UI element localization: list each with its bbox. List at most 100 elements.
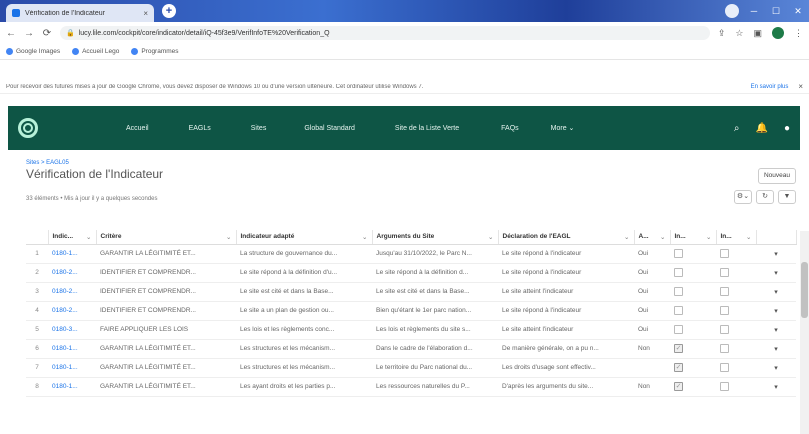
nav-accueil[interactable]: Accueil <box>126 125 149 132</box>
col-indicateur[interactable]: Indic... ⌄ <box>48 230 97 245</box>
row-action-menu[interactable]: ▾ <box>756 320 796 340</box>
table-row[interactable]: 8 0180-1... GARANTIR LA LÉGITIMITÉ ET... Le… <box>26 377 796 397</box>
a-cell: Non <box>634 339 670 359</box>
table-row[interactable]: 4 0180-2... IDENTIFIER ET COMPRENDR... Le s… <box>26 301 796 321</box>
minimize-button[interactable]: ─ <box>743 0 765 22</box>
indicator-link[interactable]: 0180-2... <box>52 307 78 314</box>
checkbox[interactable] <box>720 249 729 258</box>
browser-tab[interactable]: Vérification de l'Indicateur × <box>6 4 154 22</box>
checkbox[interactable] <box>720 325 729 334</box>
nav-sites[interactable]: Sites <box>251 125 267 132</box>
col-in-2[interactable]: In... ⌄ <box>716 230 757 245</box>
table-row[interactable]: 2 0180-2... IDENTIFIER ET COMPRENDR... Le s… <box>26 263 796 283</box>
checkbox[interactable] <box>674 325 683 334</box>
nav-eagls[interactable]: EAGLs <box>189 125 211 132</box>
bookmark-item[interactable]: Accueil Lego <box>72 48 119 55</box>
table-row[interactable]: 3 0180-2... IDENTIFIER ET COMPRENDR... Le s… <box>26 282 796 302</box>
row-action-menu[interactable]: ▾ <box>756 377 796 397</box>
col-critere[interactable]: Critère ⌄ <box>96 230 237 245</box>
back-icon[interactable]: ← <box>6 28 16 39</box>
col-arguments[interactable]: Arguments du Site ⌄ <box>372 230 499 245</box>
new-tab-button[interactable]: + <box>162 4 176 18</box>
forward-icon[interactable]: → <box>24 28 34 39</box>
checkbox[interactable] <box>720 306 729 315</box>
settings-icon[interactable]: ⚙⌄ <box>734 190 752 204</box>
table-row[interactable]: 5 0180-3... FAIRE APPLIQUER LES LOIS Les lo… <box>26 320 796 340</box>
search-icon[interactable]: ⌕ <box>734 123 740 134</box>
checkbox[interactable] <box>674 249 683 258</box>
indicator-id-cell[interactable]: 0180-2... <box>48 263 96 283</box>
bookmark-item[interactable]: Google Images <box>6 48 60 55</box>
in1-cell <box>670 377 716 397</box>
list-tools: ⚙⌄ ↻ ▼ <box>734 190 796 204</box>
nav-faqs[interactable]: FAQs <box>501 125 519 132</box>
checkbox[interactable] <box>720 382 729 391</box>
declaration-cell: Le site répond à l'indicateur <box>498 263 634 283</box>
checkbox[interactable] <box>720 344 729 353</box>
indicator-id-cell[interactable]: 0180-3... <box>48 320 96 340</box>
bookmark-star-icon[interactable]: ☆ <box>735 28 743 39</box>
tab-close-icon[interactable]: × <box>143 9 148 18</box>
checkbox[interactable] <box>720 363 729 372</box>
indicator-link[interactable]: 0180-1... <box>52 250 78 257</box>
maximize-button[interactable]: ☐ <box>765 0 787 22</box>
sidepanel-icon[interactable]: ▣ <box>753 28 762 39</box>
checkbox[interactable] <box>720 268 729 277</box>
checkbox[interactable] <box>674 363 683 372</box>
checkbox[interactable] <box>674 306 683 315</box>
col-declaration[interactable]: Déclaration de l'EAGL ⌄ <box>498 230 635 245</box>
url-field[interactable]: 🔒 lucy.lile.com/cockpit/core/indicator/d… <box>60 26 710 40</box>
indicator-id-cell[interactable]: 0180-1... <box>48 377 96 397</box>
nav-liste-verte[interactable]: Site de la Liste Verte <box>395 125 459 132</box>
row-action-menu[interactable]: ▾ <box>756 358 796 378</box>
row-action-menu[interactable]: ▾ <box>756 263 796 283</box>
avatar[interactable] <box>772 27 784 39</box>
table-row[interactable]: 6 0180-1... GARANTIR LA LÉGITIMITÉ ET... Le… <box>26 339 796 359</box>
main-nav: Accueil EAGLs Sites Global Standard Site… <box>86 124 575 133</box>
new-button[interactable]: Nouveau <box>758 168 796 184</box>
row-action-menu[interactable]: ▾ <box>756 301 796 321</box>
indicator-id-cell[interactable]: 0180-2... <box>48 301 96 321</box>
indicator-id-cell[interactable]: 0180-1... <box>48 339 96 359</box>
indicator-link[interactable]: 0180-1... <box>52 383 78 390</box>
close-window-button[interactable]: ✕ <box>787 0 809 22</box>
row-action-menu[interactable]: ▾ <box>756 244 796 264</box>
refresh-icon[interactable]: ↻ <box>756 190 774 204</box>
infobar-close-icon[interactable]: × <box>798 82 803 91</box>
col-a[interactable]: A... ⌄ <box>634 230 671 245</box>
col-in-1[interactable]: In... ⌄ <box>670 230 717 245</box>
row-action-menu[interactable]: ▾ <box>756 339 796 359</box>
menu-icon[interactable]: ⋮ <box>794 28 803 39</box>
indicator-id-cell[interactable]: 0180-1... <box>48 358 96 378</box>
notifications-icon[interactable]: 🔔 <box>756 123 768 134</box>
col-indicateur-adapte[interactable]: Indicateur adapté ⌄ <box>236 230 373 245</box>
checkbox[interactable] <box>674 287 683 296</box>
indicator-link[interactable]: 0180-2... <box>52 269 78 276</box>
table-row[interactable]: 7 0180-1... GARANTIR LA LÉGITIMITÉ ET... Le… <box>26 358 796 378</box>
checkbox[interactable] <box>674 382 683 391</box>
breadcrumb[interactable]: Sites > EAGL05 <box>26 160 796 166</box>
user-icon[interactable]: ● <box>784 123 790 134</box>
indicator-id-cell[interactable]: 0180-2... <box>48 282 96 302</box>
bookmark-item[interactable]: Programmes <box>131 48 179 55</box>
indicator-link[interactable]: 0180-1... <box>52 364 78 371</box>
checkbox[interactable] <box>674 268 683 277</box>
profile-icon[interactable] <box>725 4 739 18</box>
indicator-link[interactable]: 0180-1... <box>52 345 78 352</box>
share-icon[interactable]: ⇪ <box>718 28 726 39</box>
indicator-link[interactable]: 0180-3... <box>52 326 78 333</box>
nav-more[interactable]: More ⌄ <box>551 124 575 132</box>
checkbox[interactable] <box>720 287 729 296</box>
app-logo[interactable] <box>18 118 38 138</box>
update-infobar: Pour recevoir des futures mises à jour d… <box>0 80 809 94</box>
indicator-id-cell[interactable]: 0180-1... <box>48 244 96 264</box>
checkbox[interactable] <box>674 344 683 353</box>
scrollbar-thumb[interactable] <box>801 262 808 318</box>
row-action-menu[interactable]: ▾ <box>756 282 796 302</box>
nav-global-standard[interactable]: Global Standard <box>304 125 355 132</box>
indicator-link[interactable]: 0180-2... <box>52 288 78 295</box>
filter-icon[interactable]: ▼ <box>778 190 796 204</box>
table-row[interactable]: 1 0180-1... GARANTIR LA LÉGITIMITÉ ET... La… <box>26 244 796 264</box>
reload-icon[interactable]: ⟳ <box>42 28 52 39</box>
infobar-learn-more-link[interactable]: En savoir plus <box>751 84 789 90</box>
